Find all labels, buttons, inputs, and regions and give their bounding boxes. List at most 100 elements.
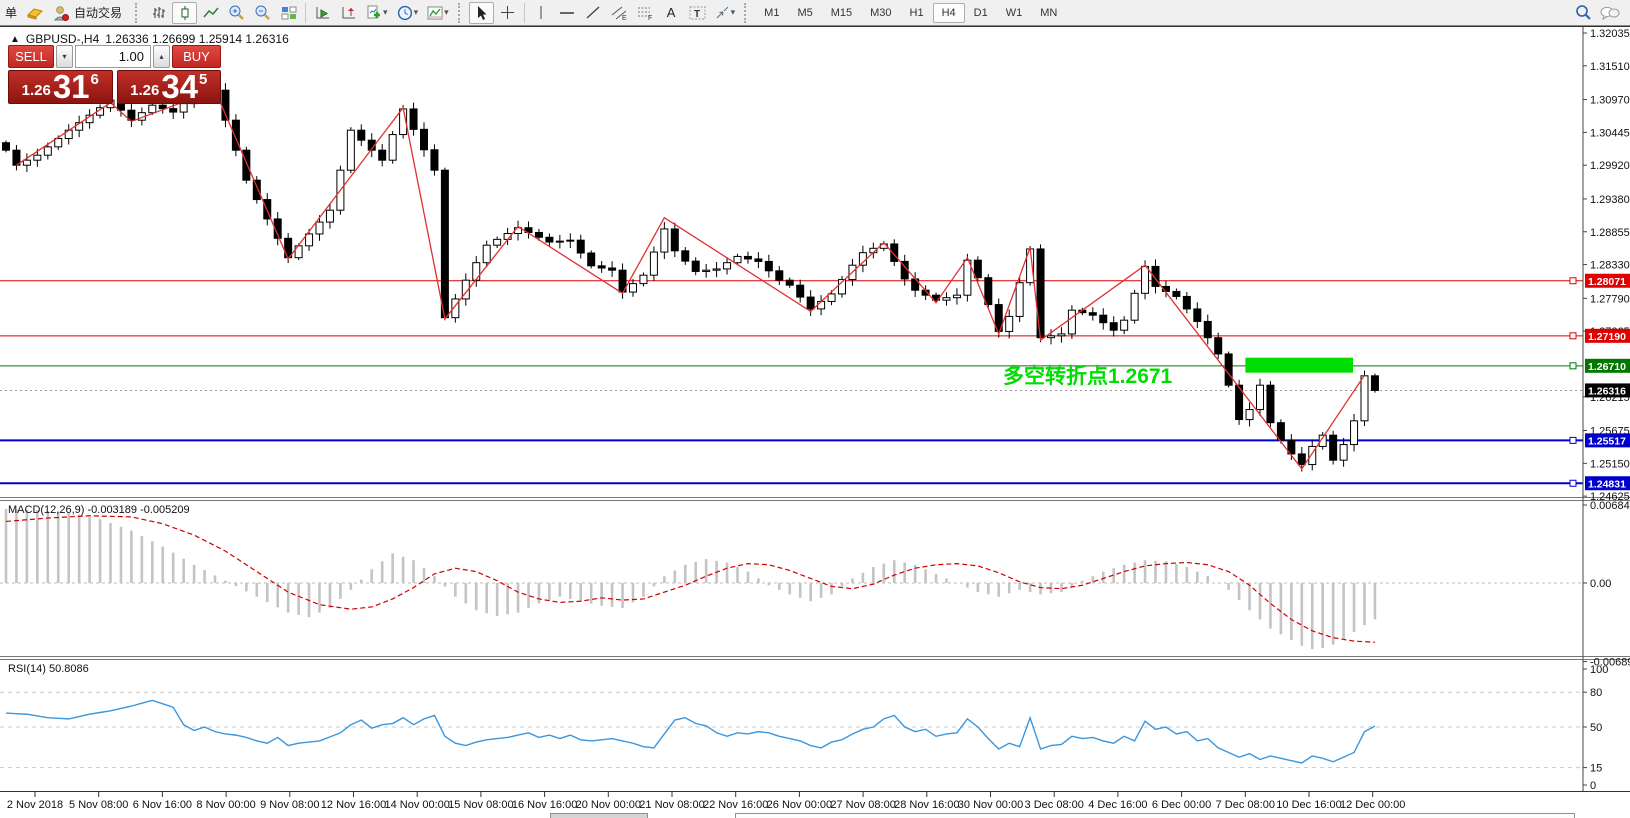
bar-chart-button[interactable] [146,2,171,24]
panel-separator [0,497,1630,498]
price-tick-label: 1.32035 [1590,28,1630,40]
candle-body [1173,291,1180,296]
zoom-out-button[interactable] [250,2,275,24]
macd-axis-label: 0.00 [1590,578,1611,590]
panel-separator [0,500,1630,501]
candlesticks [3,83,1379,471]
bottom-tab[interactable] [735,813,1575,818]
zoom-in-button[interactable] [224,2,249,24]
periods-button[interactable]: ▾ [393,2,423,24]
chat-button[interactable] [1597,2,1622,24]
caret-down-icon[interactable]: ▾ [731,7,736,18]
new-chart-button[interactable]: ▾ [362,2,392,24]
buy-price-tile[interactable]: 1.26 34 5 [117,70,222,104]
line-chart-button[interactable] [198,2,223,24]
toolbar-grip[interactable] [458,3,464,23]
candlestick-chart-icon [177,5,193,21]
timeframe-button-M15[interactable]: M15 [822,3,861,23]
channel-tool-button[interactable]: E [607,2,632,24]
text-label-letter: T [694,9,700,20]
price-tick-label: 1.30445 [1590,127,1630,139]
crosshair-tool-button[interactable] [495,2,520,24]
line-handle [1570,363,1576,369]
price-level-badge-label: 1.27190 [1588,331,1626,343]
time-tick-label: 9 Nov 08:00 [260,799,319,811]
sell-button[interactable]: SELL [8,45,54,68]
horizontal-line-tool-button[interactable] [555,2,580,24]
chart-shift-button[interactable] [336,2,361,24]
tile-windows-button[interactable] [276,2,301,24]
candle-body [1194,309,1201,322]
candle-body [859,253,866,266]
autotrading-label: 自动交易 [70,4,126,21]
fibonacci-tool-button[interactable]: F [633,2,658,24]
time-tick-label: 21 Nov 08:00 [639,799,704,811]
cursor-tool-button[interactable] [469,2,494,24]
new-order-label-partial[interactable]: 单 [1,4,21,21]
zigzag-line [16,90,1364,469]
sell-price-big: 31 [53,72,90,102]
candle-body [44,147,51,155]
candle-body [650,252,657,275]
price-tick-label: 1.25150 [1590,458,1630,470]
arrows-icon [715,5,730,20]
candle-body [1068,310,1075,334]
collapse-arrow-icon[interactable]: ▲ [10,34,20,45]
candle-body [985,278,992,305]
candlestick-chart-button[interactable] [172,2,197,24]
text-tool-button[interactable]: A [659,2,684,24]
channel-letter: E [622,15,627,21]
volume-increase-button[interactable]: ▴ [153,45,170,68]
candle-body [682,251,689,261]
buy-button[interactable]: BUY [172,45,221,68]
volume-decrease-button[interactable]: ▾ [56,45,73,68]
label-tool-button[interactable]: T [685,2,710,24]
timeframe-button-H4[interactable]: H4 [933,3,965,23]
rsi-axis-label: 0 [1590,780,1596,792]
timeframe-button-D1[interactable]: D1 [965,3,997,23]
toolbar-grip[interactable] [135,3,141,23]
timeframe-button-M30[interactable]: M30 [861,3,900,23]
search-button[interactable] [1571,2,1596,24]
timeframe-button-M1[interactable]: M1 [755,3,788,23]
rsi-axis-label: 80 [1590,687,1602,699]
arrows-tool-button[interactable]: ▾ [711,2,740,24]
time-tick-label: 3 Dec 08:00 [1025,799,1084,811]
toolbar-grip[interactable] [744,3,750,23]
channel-icon: E [611,5,628,21]
letter-a-icon: A [663,5,680,20]
timeframe-button-W1[interactable]: W1 [997,3,1032,23]
trendline-tool-button[interactable] [581,2,606,24]
candle-body [713,269,720,270]
caret-down-icon[interactable]: ▾ [383,7,388,18]
cursor-icon [474,5,489,21]
trendline-icon [585,5,601,20]
candle-body [3,143,10,151]
bottom-tab[interactable] [550,813,648,818]
candle-body [1048,336,1055,338]
macd-values: -0.003189 -0.005209 [87,504,189,516]
caret-down-icon[interactable]: ▾ [444,7,449,18]
volume-input[interactable] [75,45,151,68]
ohlc-values: 1.26336 1.26699 1.25914 1.26316 [105,32,289,46]
autotrading-button[interactable]: 自动交易 [48,2,130,24]
sound-alert-icon[interactable] [22,2,47,24]
candle-body [358,130,365,140]
candle-body [1215,338,1222,354]
timeframe-button-MN[interactable]: MN [1031,3,1066,23]
highlight-rectangle [1245,358,1353,373]
timeframe-button-H1[interactable]: H1 [901,3,933,23]
auto-scroll-button[interactable] [310,2,335,24]
indicators-button[interactable]: ▾ [423,2,453,24]
caret-down-icon[interactable]: ▾ [414,7,419,18]
candle-body [1246,410,1253,420]
price-level-badge-label: 1.24831 [1588,478,1626,490]
vertical-line-tool-button[interactable] [529,2,554,24]
rsi-indicator-label: RSI(14) 50.8086 [8,663,89,675]
chart-canvas[interactable]: 1.320351.315101.309701.304451.299201.293… [0,27,1630,818]
timeframe-button-M5[interactable]: M5 [788,3,821,23]
panel-separator [0,791,1630,792]
time-tick-label: 15 Nov 08:00 [448,799,513,811]
sell-price-tile[interactable]: 1.26 31 6 [8,70,113,104]
candle-body [347,130,354,170]
